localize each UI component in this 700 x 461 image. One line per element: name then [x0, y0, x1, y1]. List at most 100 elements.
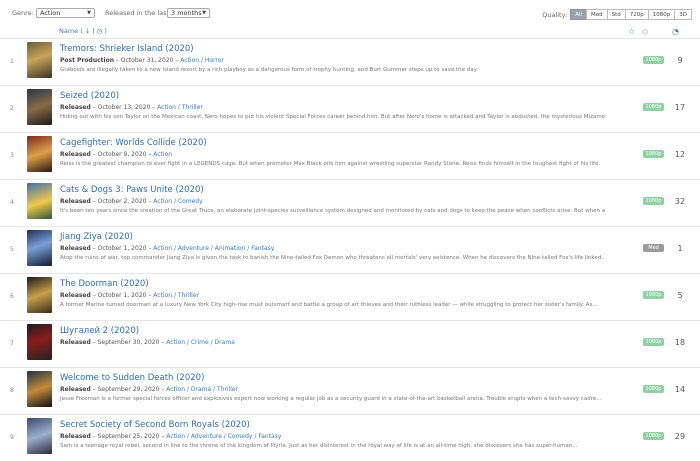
release-date: – October 31, 2020 – — [113, 57, 181, 64]
movie-title-link[interactable]: Cagefighter: Worlds Collide (2020) — [60, 138, 207, 148]
genre-links[interactable]: Action / Comedy — [153, 198, 202, 205]
rank-number: 7 — [10, 340, 14, 347]
release-date: – October 1, 2020 – — [90, 292, 154, 299]
movie-meta: Released – October 1, 2020 – Action / Th… — [60, 292, 199, 299]
movie-poster[interactable] — [27, 418, 52, 454]
quality-med-button[interactable]: Med — [586, 9, 608, 20]
movie-poster[interactable] — [27, 230, 52, 266]
movie-meta: Released – September 25, 2020 – Action /… — [60, 433, 281, 440]
released-label: Released in the last: — [105, 9, 172, 17]
movie-title-link[interactable]: Welcome to Sudden Death (2020) — [60, 373, 204, 383]
list-item[interactable]: 5 Jiang Ziya (2020) Released – October 1… — [0, 226, 700, 273]
genre-links[interactable]: Action / Horror — [180, 57, 224, 64]
torrent-count: 9 — [677, 56, 683, 65]
quality-filter: Quality: All Med Std 720p 1080p 3D — [542, 9, 692, 20]
list-item[interactable]: 3 Cagefighter: Worlds Collide (2020) Rel… — [0, 132, 700, 179]
movie-poster[interactable] — [27, 324, 52, 360]
movie-meta: Released – October 1, 2020 – Action / Ad… — [60, 245, 274, 252]
list-header: Name ( ↓ | ◷ ) ☆ ◇ ◔ — [0, 26, 700, 38]
movie-description: It's been ten years since the creation o… — [60, 208, 605, 214]
pie-icon[interactable]: ◔ — [672, 27, 679, 36]
movie-poster[interactable] — [27, 183, 52, 219]
tag-icon[interactable]: ◇ — [642, 27, 648, 36]
movie-title-link[interactable]: Cats & Dogs 3: Paws Unite (2020) — [60, 185, 204, 195]
movie-description: Atop the ruins of war, top commander Jia… — [60, 255, 605, 261]
quality-badge: 1080p — [643, 385, 664, 393]
release-status: Released — [60, 386, 91, 393]
movie-title-link[interactable]: Tremors: Shrieker Island (2020) — [60, 44, 194, 54]
release-date: – October 13, 2020 – — [90, 104, 158, 111]
chevron-down-icon: ▼ — [87, 10, 91, 16]
released-select-value: 3 months — [171, 9, 202, 17]
release-status: Released — [60, 292, 91, 299]
quality-badge: 1080p — [643, 291, 664, 299]
movie-poster[interactable] — [27, 136, 52, 172]
rank-number: 8 — [10, 387, 14, 394]
list-item[interactable]: 9 Secret Society of Second Born Royals (… — [0, 414, 700, 461]
genre-links[interactable]: Action / Crime / Drama — [166, 339, 235, 346]
movie-poster[interactable] — [27, 42, 52, 78]
genre-select-value: Action — [40, 9, 61, 17]
list-item[interactable]: 8 Welcome to Sudden Death (2020) Release… — [0, 367, 700, 414]
rank-number: 4 — [10, 199, 14, 206]
movie-meta: Released – September 29, 2020 – Action /… — [60, 386, 238, 393]
quality-std-button[interactable]: Std — [606, 9, 626, 20]
movie-title-link[interactable]: The Doorman (2020) — [60, 279, 149, 289]
movie-description: Jesse Freeman is a former special forces… — [60, 396, 602, 402]
movie-meta: Released – September 30, 2020 – Action /… — [60, 339, 235, 346]
movie-title-link[interactable]: Secret Society of Second Born Royals (20… — [60, 420, 250, 430]
list-item[interactable]: 7 Шугалей 2 (2020) Released – September … — [0, 320, 700, 367]
release-date: – September 30, 2020 – — [90, 339, 167, 346]
quality-badge: 1080p — [643, 338, 664, 346]
torrent-count: 5 — [677, 291, 683, 300]
release-status: Released — [60, 339, 91, 346]
movie-poster[interactable] — [27, 89, 52, 125]
quality-badge: 1080p — [643, 103, 664, 111]
genre-links[interactable]: Action / Thriller — [153, 292, 199, 299]
release-date: – October 1, 2020 – — [90, 245, 154, 252]
list-item[interactable]: 4 Cats & Dogs 3: Paws Unite (2020) Relea… — [0, 179, 700, 226]
rank-number: 5 — [10, 246, 14, 253]
release-date: – September 29, 2020 – — [90, 386, 167, 393]
movie-title-link[interactable]: Seized (2020) — [60, 91, 119, 101]
genre-label: Genre: — [12, 9, 34, 17]
release-status: Released — [60, 433, 91, 440]
movie-list: 1 Tremors: Shrieker Island (2020) Post P… — [0, 38, 700, 461]
genre-links[interactable]: Action / Adventure / Animation / Fantasy — [153, 245, 274, 252]
genre-links[interactable]: Action / Drama / Thriller — [166, 386, 238, 393]
rank-number: 9 — [10, 434, 14, 441]
quality-3d-button[interactable]: 3D — [674, 9, 692, 20]
genre-links[interactable]: Action / Thriller — [157, 104, 203, 111]
torrent-count: 32 — [674, 197, 686, 206]
quality-badge: 1080p — [643, 150, 664, 158]
movie-title-link[interactable]: Jiang Ziya (2020) — [60, 232, 133, 242]
sort-by-name-link[interactable]: Name ( ↓ | ◷ ) — [59, 27, 107, 35]
list-item[interactable]: 2 Seized (2020) Released – October 13, 2… — [0, 85, 700, 132]
genre-links[interactable]: Action / Adventure / Comedy / Fantasy — [166, 433, 281, 440]
torrent-count: 18 — [674, 338, 686, 347]
list-item[interactable]: 1 Tremors: Shrieker Island (2020) Post P… — [0, 38, 700, 85]
torrent-count: 17 — [674, 103, 686, 112]
quality-all-button[interactable]: All — [570, 9, 587, 20]
quality-1080p-button[interactable]: 1080p — [647, 9, 676, 20]
released-select[interactable]: 3 months ▼ — [167, 8, 210, 18]
movie-description: Reiss is the greatest champion to ever f… — [60, 161, 601, 167]
star-thumbs-icon[interactable]: ☆ — [628, 27, 635, 36]
quality-badge: Med — [643, 244, 664, 252]
quality-720p-button[interactable]: 720p — [624, 9, 649, 20]
rank-number: 1 — [10, 58, 14, 65]
torrent-count: 1 — [677, 244, 683, 253]
genre-links[interactable]: Action — [153, 151, 172, 158]
list-item[interactable]: 6 The Doorman (2020) Released – October … — [0, 273, 700, 320]
release-status: Released — [60, 245, 91, 252]
release-date: – September 25, 2020 – — [90, 433, 167, 440]
quality-badge: 1080p — [643, 432, 664, 440]
rank-number: 6 — [10, 293, 14, 300]
movie-description: Sam is a teenage royal rebel, second in … — [60, 443, 578, 449]
movie-poster[interactable] — [27, 371, 52, 407]
genre-select[interactable]: Action ▼ — [36, 8, 95, 18]
movie-title-link[interactable]: Шугалей 2 (2020) — [60, 326, 139, 336]
movie-poster[interactable] — [27, 277, 52, 313]
release-date: – October 2, 2020 – — [90, 198, 154, 205]
chevron-down-icon: ▼ — [202, 10, 206, 16]
